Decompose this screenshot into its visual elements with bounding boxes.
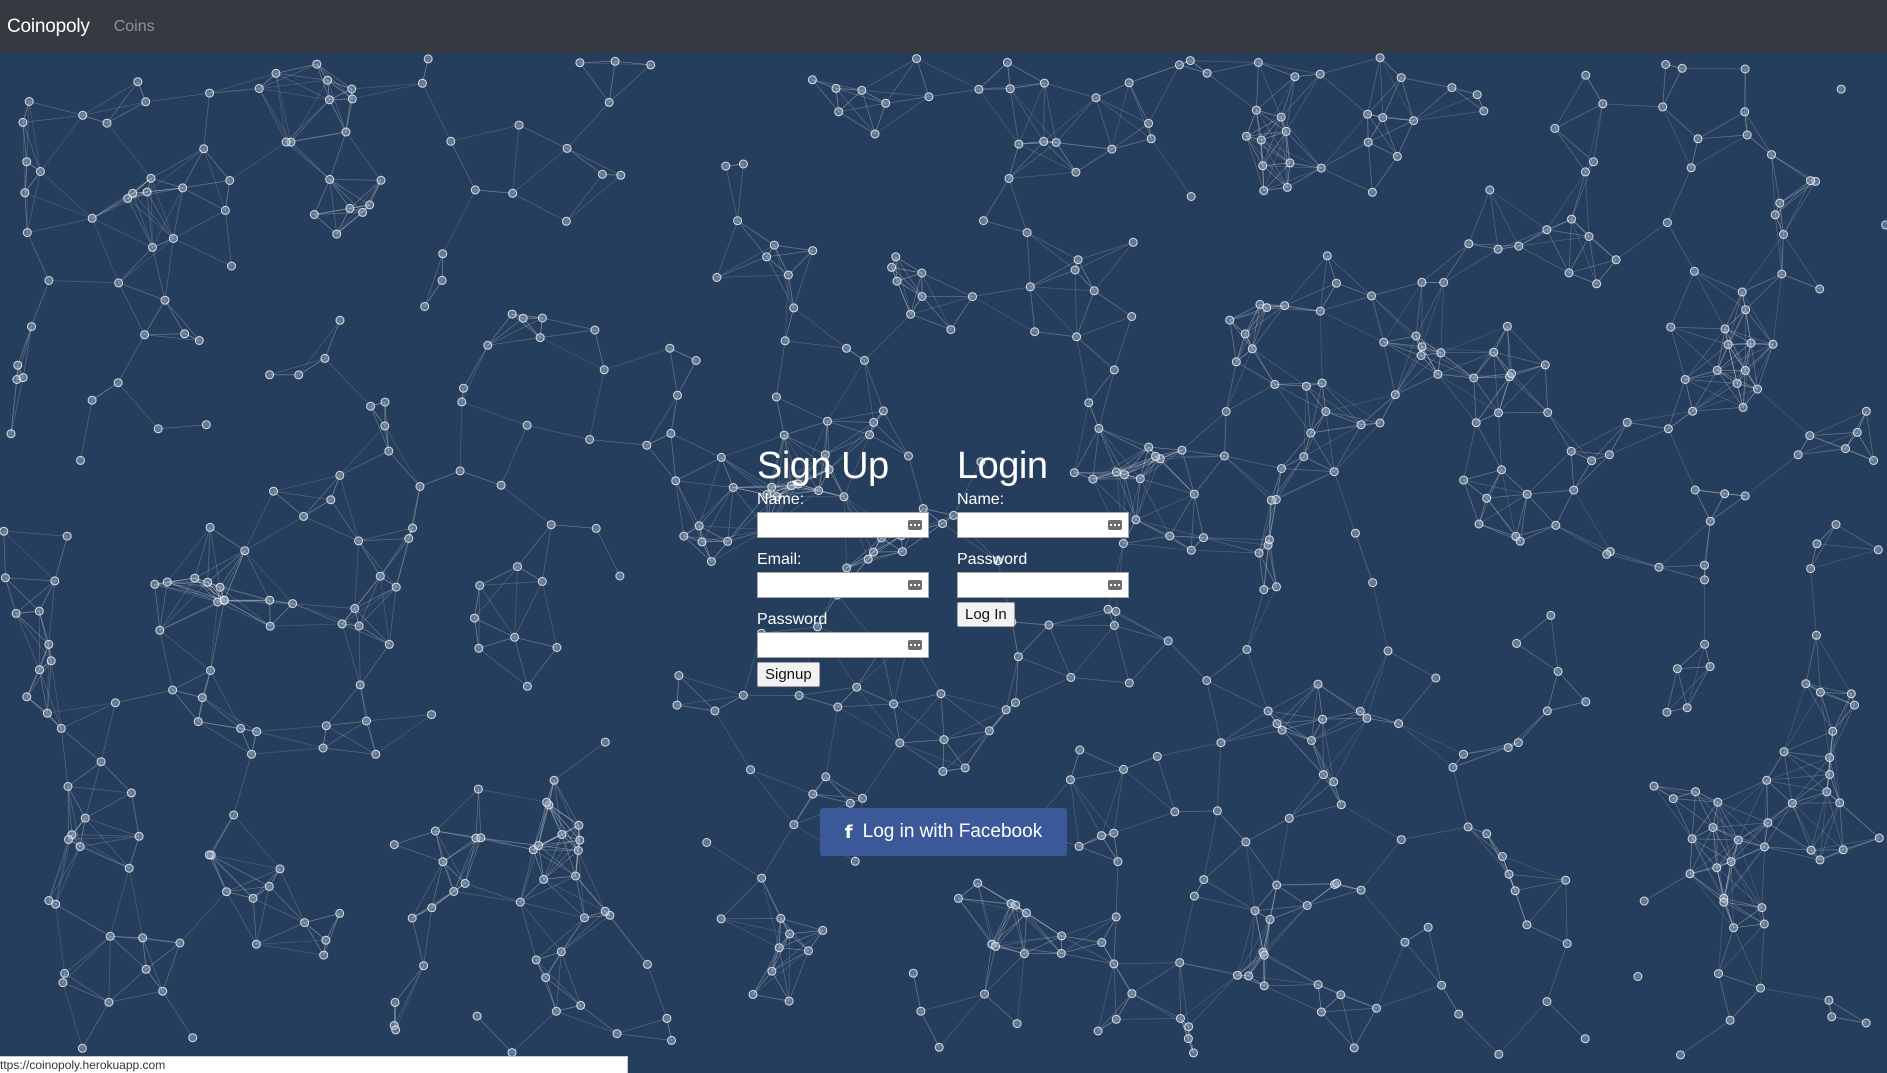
- signup-email-field: [757, 572, 929, 598]
- signup-button[interactable]: Signup: [757, 662, 820, 687]
- login-form: Login Name: Password Log In: [957, 444, 1129, 627]
- brand-link[interactable]: Coinopoly: [7, 16, 90, 38]
- signup-password-input[interactable]: [758, 633, 928, 657]
- status-bar-url: ttps://coinopoly.herokuapp.com: [0, 1056, 628, 1073]
- network-links: [3, 57, 1880, 1056]
- nav-link-coins[interactable]: Coins: [114, 18, 155, 36]
- network-nodes: [0, 53, 1887, 1060]
- signup-email-label: Email:: [757, 551, 802, 568]
- facebook-login-button[interactable]: f Log in with Facebook: [820, 808, 1067, 856]
- login-button[interactable]: Log In: [957, 602, 1015, 627]
- signup-title: Sign Up: [757, 445, 889, 487]
- login-name-field: [957, 512, 1129, 538]
- network-background: [0, 53, 1887, 1060]
- signup-email-input[interactable]: [758, 573, 928, 597]
- signup-name-input[interactable]: [758, 513, 928, 537]
- login-title: Login: [957, 445, 1048, 487]
- signup-name-label: Name:: [757, 491, 805, 508]
- signup-form: Sign Up Name: Email: Password Signup: [757, 444, 929, 687]
- facebook-login-label: Log in with Facebook: [862, 821, 1043, 842]
- login-name-input[interactable]: [958, 513, 1128, 537]
- signup-name-field: [757, 512, 929, 538]
- login-name-label: Name:: [957, 491, 1005, 508]
- login-password-field: [957, 572, 1129, 598]
- login-password-label: Password: [957, 551, 1028, 568]
- facebook-f-icon: f: [844, 821, 853, 843]
- login-password-input[interactable]: [958, 573, 1128, 597]
- navbar: Coinopoly Coins: [0, 0, 1887, 53]
- signup-password-label: Password: [757, 611, 828, 628]
- signup-password-field: [757, 632, 929, 658]
